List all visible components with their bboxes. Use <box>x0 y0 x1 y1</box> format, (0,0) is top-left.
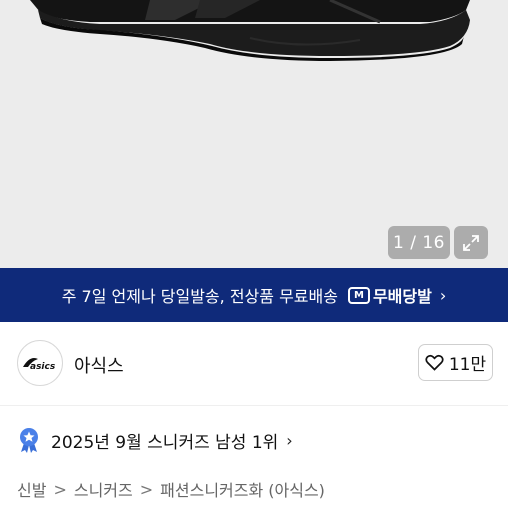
like-button[interactable]: 11만 <box>418 344 493 381</box>
like-count: 11만 <box>448 355 487 375</box>
chevron-right-icon: › <box>439 285 447 305</box>
breadcrumb-separator: > <box>53 479 67 499</box>
breadcrumb-item[interactable]: 신발 <box>17 477 46 501</box>
brand-logo[interactable]: asics <box>17 340 63 386</box>
heart-icon <box>425 354 444 371</box>
delivery-box-icon: M <box>347 286 370 304</box>
breadcrumb: 신발 > 스니커즈 > 패션스니커즈화 (아식스) <box>17 477 325 501</box>
product-page: 1 / 16 주 7일 언제나 당일발송, 전상품 무료배송 M 무배당발 › … <box>0 0 508 508</box>
image-counter: 1 / 16 <box>388 226 450 259</box>
asics-logo: asics <box>23 358 56 372</box>
ranking-link[interactable]: 2025년 9월 스니커즈 남성 1위 › <box>17 427 293 453</box>
shipping-banner-text: 주 7일 언제나 당일발송, 전상품 무료배송 <box>61 287 338 306</box>
free-shipping-badge: M 무배당발 <box>347 283 432 307</box>
expand-button[interactable] <box>454 226 488 259</box>
free-shipping-badge-label: 무배당발 <box>372 287 432 306</box>
brand-name[interactable]: 아식스 <box>74 352 124 378</box>
chevron-right-icon: › <box>286 430 293 450</box>
expand-icon <box>463 234 479 251</box>
brand-logo-text: asics <box>30 362 56 372</box>
product-image-gallery[interactable]: 1 / 16 <box>0 0 508 268</box>
ranking-medal-icon <box>17 427 41 453</box>
shipping-banner[interactable]: 주 7일 언제나 당일발송, 전상품 무료배송 M 무배당발 › <box>0 268 508 322</box>
breadcrumb-item[interactable]: 스니커즈 <box>74 477 133 501</box>
breadcrumb-separator: > <box>139 479 154 499</box>
ranking-text: 2025년 9월 스니커즈 남성 1위 <box>51 432 279 453</box>
breadcrumb-item[interactable]: 패션스니커즈화 (아식스) <box>160 477 325 501</box>
divider <box>0 405 508 406</box>
